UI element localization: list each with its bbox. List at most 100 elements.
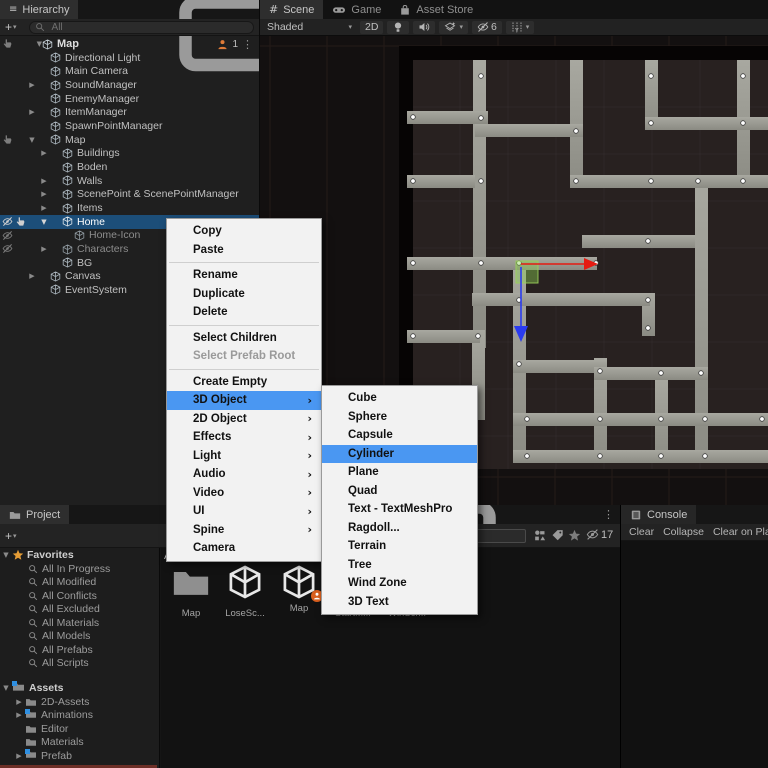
eye-off-icon[interactable] <box>2 243 13 254</box>
asset-folder-map[interactable]: Map <box>165 564 217 619</box>
pick-hand-icon[interactable] <box>15 216 26 227</box>
submenu-item-cylinder[interactable]: Cylinder <box>322 444 477 463</box>
tab-game[interactable]: Game <box>323 0 390 19</box>
grid-settings-dropdown[interactable]: ▾ <box>505 20 535 34</box>
expand-arrow-icon[interactable]: ▼ <box>26 136 38 144</box>
menu-item-ui[interactable]: UI › <box>167 502 321 521</box>
asset-filter-icon[interactable] <box>533 529 546 542</box>
shading-mode-dropdown[interactable]: Shaded ▾ <box>260 21 356 33</box>
expand-arrow-icon[interactable]: ▶ <box>38 204 50 212</box>
menu-item-spine[interactable]: Spine › <box>167 521 321 540</box>
project-search-input[interactable] <box>470 529 526 543</box>
menu-item-delete[interactable]: Delete <box>167 303 321 322</box>
menu-item-camera[interactable]: Camera <box>167 539 321 558</box>
pick-hand-icon[interactable] <box>2 38 13 49</box>
hierarchy-item[interactable]: Boden <box>0 160 259 174</box>
menu-item-select-children[interactable]: Select Children <box>167 329 321 348</box>
submenu-item-sphere[interactable]: Sphere <box>322 408 477 427</box>
hidden-objects-button[interactable]: 6 <box>471 20 502 34</box>
assets-header[interactable]: ▼ Assets <box>0 681 159 695</box>
hierarchy-item[interactable]: ▶ Items <box>0 201 259 215</box>
favorite-item[interactable]: All Excluded <box>0 603 159 617</box>
expand-arrow-icon[interactable]: ▶ <box>26 81 38 89</box>
expand-arrow-icon[interactable]: ▶ <box>13 752 25 760</box>
expand-arrow-icon[interactable]: ▶ <box>26 272 38 280</box>
console-collapse-button[interactable]: Collapse <box>663 526 704 538</box>
submenu-item-terrain[interactable]: Terrain <box>322 537 477 556</box>
favorites-header[interactable]: ▼ Favorites <box>0 548 159 562</box>
menu-item-3d-object[interactable]: 3D Object › <box>167 391 321 410</box>
menu-item-audio[interactable]: Audio › <box>167 465 321 484</box>
submenu-item-3d-text[interactable]: 3D Text <box>322 593 477 612</box>
submenu-item-tree[interactable]: Tree <box>322 556 477 575</box>
hierarchy-item[interactable]: Main Camera <box>0 65 259 79</box>
favorite-item[interactable]: All Modified <box>0 576 159 590</box>
folder-item[interactable]: Editor <box>0 722 159 736</box>
eye-off-icon[interactable] <box>2 230 13 241</box>
menu-item-2d-object[interactable]: 2D Object › <box>167 410 321 429</box>
submenu-item-capsule[interactable]: Capsule <box>322 426 477 445</box>
favorites-star-icon[interactable] <box>568 529 581 542</box>
menu-item-video[interactable]: Video › <box>167 484 321 503</box>
effects-dropdown[interactable]: ▾ <box>439 20 468 34</box>
asset-scene-map[interactable]: Map <box>273 564 325 614</box>
hierarchy-item[interactable]: SpawnPointManager <box>0 119 259 133</box>
menu-item-duplicate[interactable]: Duplicate <box>167 285 321 304</box>
project-add-button[interactable]: + ▾ <box>0 529 21 543</box>
tab-project[interactable]: Project <box>0 505 70 524</box>
menu-item-rename[interactable]: Rename <box>167 266 321 285</box>
hierarchy-item[interactable]: ▼ Map <box>0 133 259 147</box>
2d-toggle-button[interactable]: 2D <box>360 20 384 34</box>
tab-hierarchy[interactable]: ≡ Hierarchy <box>0 0 79 19</box>
expand-arrow-icon[interactable]: ▶ <box>26 108 38 116</box>
menu-item-effects[interactable]: Effects › <box>167 428 321 447</box>
submenu-item-text-textmeshpro[interactable]: Text - TextMeshPro <box>322 500 477 519</box>
hierarchy-item[interactable]: ▶ SoundManager <box>0 78 259 92</box>
expand-arrow-icon[interactable]: ▼ <box>0 684 12 692</box>
expand-arrow-icon[interactable]: ▶ <box>13 698 25 706</box>
lighting-toggle-button[interactable] <box>387 20 410 34</box>
eye-off-icon[interactable] <box>2 216 13 227</box>
menu-item-paste[interactable]: Paste <box>167 241 321 260</box>
hierarchy-item[interactable]: EnemyManager <box>0 92 259 106</box>
submenu-item-plane[interactable]: Plane <box>322 463 477 482</box>
tab-console[interactable]: Console <box>621 505 697 524</box>
kebab-menu-icon[interactable]: ⋮ <box>603 508 614 521</box>
menu-item-copy[interactable]: Copy <box>167 222 321 241</box>
expand-arrow-icon[interactable]: ▶ <box>38 149 50 157</box>
expand-arrow-icon[interactable]: ▶ <box>38 177 50 185</box>
folder-item[interactable]: ▶ 2D-Assets <box>0 695 159 709</box>
asset-scene-losescene[interactable]: LoseSc... <box>219 564 271 619</box>
hierarchy-add-button[interactable]: + ▾ <box>0 20 21 34</box>
hierarchy-scene-row[interactable]: ▼ Map 1 ⋮ <box>0 37 259 51</box>
hierarchy-item[interactable]: ▶ ScenePoint & ScenePointManager <box>0 188 259 202</box>
favorite-item[interactable]: All Prefabs <box>0 643 159 657</box>
expand-arrow-icon[interactable]: ▼ <box>38 218 50 226</box>
tab-asset-store[interactable]: Asset Store <box>390 0 482 19</box>
submenu-item-ragdoll[interactable]: Ragdoll... <box>322 519 477 538</box>
pick-hand-icon[interactable] <box>2 134 13 145</box>
submenu-item-quad[interactable]: Quad <box>322 482 477 501</box>
console-clear-button[interactable]: Clear <box>629 526 654 538</box>
menu-item-light[interactable]: Light › <box>167 447 321 466</box>
folder-item[interactable]: Materials <box>0 736 159 750</box>
hierarchy-search-input[interactable]: All <box>28 20 254 34</box>
hierarchy-item[interactable]: ▶ Buildings <box>0 147 259 161</box>
folder-item[interactable]: ▶ Animations <box>0 708 159 723</box>
audio-toggle-button[interactable] <box>413 20 436 34</box>
expand-arrow-icon[interactable]: ▶ <box>38 245 50 253</box>
kebab-menu-icon[interactable]: ⋮ <box>242 38 253 51</box>
favorite-item[interactable]: All Scripts <box>0 657 159 671</box>
hierarchy-item[interactable]: Directional Light <box>0 51 259 65</box>
hierarchy-item[interactable]: ▶ ItemManager <box>0 106 259 120</box>
favorite-item[interactable]: All Conflicts <box>0 589 159 603</box>
expand-arrow-icon[interactable]: ▶ <box>13 711 25 719</box>
project-hidden-count[interactable]: 17 <box>586 528 613 541</box>
submenu-item-cube[interactable]: Cube <box>322 389 477 408</box>
folder-item[interactable]: ▶ Prefab <box>0 749 159 763</box>
favorite-item[interactable]: All Models <box>0 630 159 644</box>
label-tag-icon[interactable] <box>551 529 564 542</box>
tab-scene[interactable]: # Scene <box>260 0 324 19</box>
favorite-item[interactable]: All Materials <box>0 616 159 630</box>
hierarchy-item[interactable]: ▶ Walls <box>0 174 259 188</box>
